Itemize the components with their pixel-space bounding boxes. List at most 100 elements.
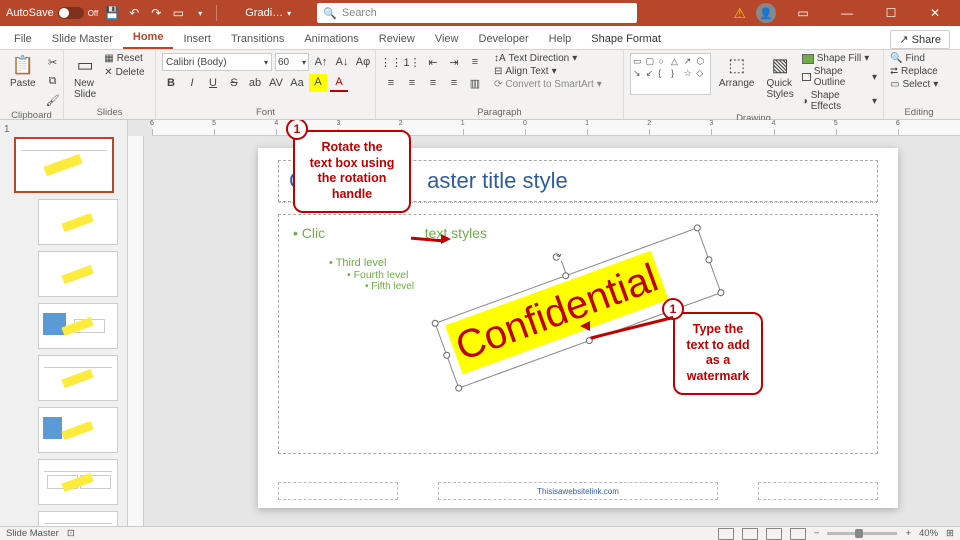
tab-insert[interactable]: Insert [173, 29, 221, 49]
rotation-handle-icon[interactable]: ⟳ [550, 247, 568, 265]
maximize-icon[interactable]: ☐ [874, 0, 908, 26]
slide-number-placeholder[interactable] [758, 482, 878, 500]
clear-format-button[interactable]: Aφ [354, 53, 372, 71]
layout-thumb[interactable] [38, 199, 118, 245]
format-painter-icon[interactable]: 🖌 [44, 91, 62, 109]
cut-icon[interactable]: ✂ [44, 53, 62, 71]
underline-button[interactable]: U [204, 74, 222, 92]
align-left-button[interactable]: ≡ [382, 74, 400, 92]
tab-shape-format[interactable]: Shape Format [581, 29, 671, 49]
reading-view-button[interactable] [766, 528, 782, 540]
vertical-ruler [128, 136, 144, 526]
zoom-in-button[interactable]: + [905, 528, 911, 539]
slide-master-thumb[interactable] [14, 137, 114, 193]
clipboard-icon: 📋 [12, 55, 34, 76]
zoom-slider[interactable] [827, 532, 897, 535]
date-placeholder[interactable] [278, 482, 398, 500]
font-color-button[interactable]: A [330, 74, 348, 92]
tab-slide-master[interactable]: Slide Master [42, 29, 123, 49]
align-text-button[interactable]: ⊟ Align Text ▾ [494, 66, 602, 77]
select-icon: ▭ [890, 79, 899, 90]
warning-icon[interactable]: ⚠ [733, 5, 746, 22]
zoom-level[interactable]: 40% [919, 528, 938, 539]
tab-file[interactable]: File [4, 29, 42, 49]
grow-font-button[interactable]: A↑ [312, 53, 330, 71]
increase-indent-button[interactable]: ⇥ [445, 53, 463, 71]
user-avatar[interactable]: 👤 [756, 3, 776, 23]
delete-icon: ✕ [104, 67, 112, 78]
arrange-button[interactable]: ⬚Arrange [715, 53, 759, 91]
accessibility-icon[interactable]: ⊡ [67, 528, 75, 539]
shape-fill-button[interactable]: Shape Fill ▾ [802, 53, 877, 64]
undo-icon[interactable]: ↶ [126, 5, 142, 21]
convert-smartart-button: ⟳ Convert to SmartArt ▾ [494, 79, 602, 90]
shape-effects-button[interactable]: ◑ Shape Effects ▾ [802, 90, 877, 112]
tab-help[interactable]: Help [539, 29, 582, 49]
autosave-toggle[interactable]: AutoSave Off [6, 7, 98, 19]
redo-icon[interactable]: ↷ [148, 5, 164, 21]
char-spacing-button[interactable]: AV [267, 74, 285, 92]
columns-button[interactable]: ▥ [466, 74, 484, 92]
close-icon[interactable]: ✕ [918, 0, 952, 26]
layout-thumb[interactable] [38, 407, 118, 453]
copy-icon[interactable]: ⧉ [44, 72, 62, 90]
ribbon-options-icon[interactable]: ▭ [786, 0, 820, 26]
text-direction-button[interactable]: ↕A Text Direction ▾ [494, 53, 602, 64]
shadow-button[interactable]: ab [246, 74, 264, 92]
tab-view[interactable]: View [425, 29, 469, 49]
minimize-icon[interactable]: — [830, 0, 864, 26]
present-icon[interactable]: ▭ [170, 5, 186, 21]
replace-button[interactable]: ⮂Replace [890, 66, 938, 77]
tab-home[interactable]: Home [123, 27, 174, 49]
save-icon[interactable]: 💾 [104, 5, 120, 21]
share-button[interactable]: ↗ Share [890, 30, 950, 49]
new-slide-button[interactable]: ▭ New Slide [70, 53, 100, 102]
autosave-state: Off [88, 9, 99, 18]
strikethrough-button[interactable]: S [225, 74, 243, 92]
footer-placeholder[interactable]: Thisisawebsitelink.com [438, 482, 718, 500]
find-button[interactable]: 🔍Find [890, 53, 925, 64]
sorter-view-button[interactable] [742, 528, 758, 540]
tab-review[interactable]: Review [369, 29, 425, 49]
zoom-out-button[interactable]: − [814, 528, 820, 539]
justify-button[interactable]: ≡ [445, 74, 463, 92]
bullets-button[interactable]: ⋮⋮ [382, 53, 400, 71]
fit-window-button[interactable]: ⊞ [946, 528, 954, 539]
layout-thumb[interactable] [38, 251, 118, 297]
layout-thumb[interactable] [38, 303, 118, 349]
tab-developer[interactable]: Developer [469, 29, 539, 49]
font-name-select[interactable]: Calibri (Body)▾ [162, 53, 272, 71]
shrink-font-button[interactable]: A↓ [333, 53, 351, 71]
shapes-gallery[interactable]: ▭▢○△↗⬡ ↘↙{}☆◇ [630, 53, 711, 95]
font-size-select[interactable]: 60▾ [275, 53, 309, 71]
italic-button[interactable]: I [183, 74, 201, 92]
align-center-button[interactable]: ≡ [403, 74, 421, 92]
layout-thumb[interactable] [38, 459, 118, 505]
view-mode-label: Slide Master [6, 528, 59, 539]
tab-transitions[interactable]: Transitions [221, 29, 294, 49]
bold-button[interactable]: B [162, 74, 180, 92]
quick-styles-button[interactable]: ▧Quick Styles [762, 53, 797, 102]
change-case-button[interactable]: Aa [288, 74, 306, 92]
tab-animations[interactable]: Animations [294, 29, 368, 49]
paste-button[interactable]: 📋 Paste [6, 53, 40, 91]
layout-thumb[interactable] [38, 511, 118, 526]
titlebar: AutoSave Off 💾 ↶ ↷ ▭ ▾ Gradi… ▾ 🔍 Search… [0, 0, 960, 26]
reset-icon: ▦ [104, 53, 113, 64]
group-font-label: Font [162, 106, 369, 119]
slideshow-view-button[interactable] [790, 528, 806, 540]
search-input[interactable]: 🔍 Search [317, 3, 637, 23]
reset-button[interactable]: ▦ Reset [104, 53, 144, 64]
numbering-button[interactable]: 1⋮ [403, 53, 421, 71]
qat-dropdown-icon[interactable]: ▾ [192, 5, 208, 21]
decrease-indent-button[interactable]: ⇤ [424, 53, 442, 71]
normal-view-button[interactable] [718, 528, 734, 540]
align-right-button[interactable]: ≡ [424, 74, 442, 92]
shape-outline-button[interactable]: Shape Outline ▾ [802, 66, 877, 88]
group-editing-label: Editing [890, 106, 948, 119]
line-spacing-button[interactable]: ≡ [466, 53, 484, 71]
delete-button[interactable]: ✕ Delete [104, 67, 144, 78]
select-button[interactable]: ▭Select ▾ [890, 79, 938, 90]
highlight-button[interactable]: A [309, 74, 327, 92]
layout-thumb[interactable] [38, 355, 118, 401]
